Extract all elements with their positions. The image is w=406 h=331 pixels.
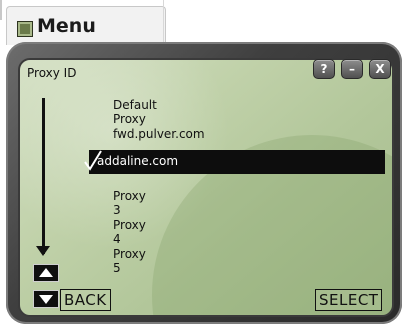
list-item-label: addaline.com — [97, 154, 179, 168]
list-item[interactable]: Proxy 3 — [113, 189, 146, 217]
dialog-screen — [18, 58, 394, 317]
arrow-down-icon — [39, 295, 53, 304]
list-item[interactable]: Proxy 5 — [113, 247, 146, 275]
arrow-down-icon — [36, 246, 50, 256]
menu-icon — [17, 21, 33, 37]
dialog-heading: Proxy ID — [27, 66, 77, 80]
arrow-up-icon — [39, 268, 53, 277]
scroll-up-button[interactable] — [33, 264, 59, 282]
scroll-indicator-line — [42, 98, 45, 254]
window-tab: Menu — [6, 6, 166, 45]
window-edge — [0, 0, 2, 20]
window-divider — [163, 0, 164, 44]
list-item[interactable]: Default Proxy — [113, 98, 157, 126]
minimize-button[interactable]: – — [341, 59, 363, 79]
list-item[interactable]: fwd.pulver.com — [113, 127, 205, 141]
back-button[interactable]: BACK — [60, 289, 111, 311]
help-button[interactable]: ? — [313, 59, 335, 79]
select-button[interactable]: SELECT — [315, 289, 383, 311]
list-item[interactable]: Proxy 4 — [113, 218, 146, 246]
selected-list-item[interactable]: addaline.com — [84, 150, 385, 174]
close-button[interactable]: X — [369, 59, 391, 79]
scroll-down-button[interactable] — [33, 290, 59, 308]
window-title: Menu — [37, 15, 96, 37]
